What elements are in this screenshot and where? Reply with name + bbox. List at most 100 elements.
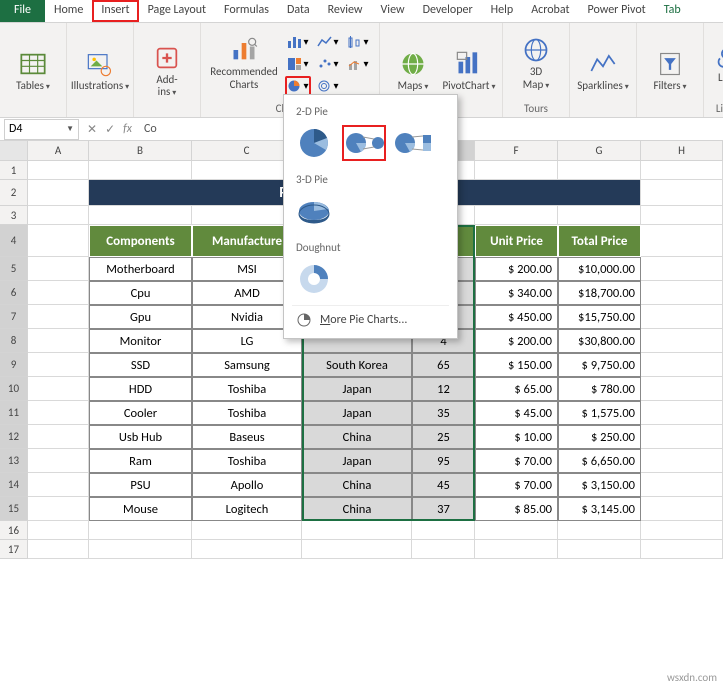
cell[interactable]: 12 bbox=[412, 377, 475, 401]
cell[interactable] bbox=[28, 473, 89, 497]
tab-data[interactable]: Data bbox=[278, 0, 319, 22]
cell[interactable]: $ 1,575.00 bbox=[558, 401, 641, 425]
cell[interactable] bbox=[412, 521, 475, 540]
cell[interactable] bbox=[89, 521, 192, 540]
cell[interactable] bbox=[641, 329, 723, 353]
cell[interactable] bbox=[641, 401, 723, 425]
cell[interactable]: 45 bbox=[412, 473, 475, 497]
cell[interactable] bbox=[28, 497, 89, 521]
col-header-B[interactable]: B bbox=[89, 141, 192, 161]
cell[interactable]: Apollo bbox=[192, 473, 302, 497]
fx-icon[interactable]: fx bbox=[123, 122, 132, 136]
cell[interactable] bbox=[28, 521, 89, 540]
tab-review[interactable]: Review bbox=[319, 0, 372, 22]
maps-button[interactable]: Maps bbox=[388, 50, 438, 92]
cell[interactable] bbox=[28, 206, 89, 225]
doughnut-option[interactable] bbox=[292, 261, 336, 297]
cell[interactable]: $ 6,650.00 bbox=[558, 449, 641, 473]
cell[interactable]: Toshiba bbox=[192, 377, 302, 401]
filters-button[interactable]: Filters bbox=[645, 50, 695, 92]
tab-developer[interactable]: Developer bbox=[414, 0, 482, 22]
name-box[interactable]: D4 ▼ bbox=[4, 119, 79, 140]
row-header-15[interactable]: 15 bbox=[0, 497, 28, 521]
cell[interactable]: $30,800.00 bbox=[558, 329, 641, 353]
enter-icon[interactable]: ✓ bbox=[105, 122, 115, 137]
cell[interactable] bbox=[641, 449, 723, 473]
col-header-F[interactable]: F bbox=[475, 141, 558, 161]
scatter-chart-button[interactable]: ▾ bbox=[315, 54, 341, 74]
cell[interactable]: $ 70.00 bbox=[475, 473, 558, 497]
tab-acrobat[interactable]: Acrobat bbox=[522, 0, 578, 22]
row-header-13[interactable]: 13 bbox=[0, 449, 28, 473]
tab-formulas[interactable]: Formulas bbox=[215, 0, 278, 22]
row-header-14[interactable]: 14 bbox=[0, 473, 28, 497]
tab-generic[interactable]: Tab bbox=[655, 0, 690, 22]
cell[interactable] bbox=[302, 540, 412, 559]
cell[interactable]: $ 70.00 bbox=[475, 449, 558, 473]
cell[interactable] bbox=[28, 540, 89, 559]
cell[interactable] bbox=[641, 257, 723, 281]
row-header-9[interactable]: 9 bbox=[0, 353, 28, 377]
cell[interactable]: PSU bbox=[89, 473, 192, 497]
cell[interactable] bbox=[641, 305, 723, 329]
col-header-H[interactable]: H bbox=[641, 141, 723, 161]
cell[interactable]: $ 150.00 bbox=[475, 353, 558, 377]
cell[interactable] bbox=[641, 180, 723, 206]
cell[interactable]: Baseus bbox=[192, 425, 302, 449]
cell[interactable]: $ 200.00 bbox=[475, 257, 558, 281]
pie-of-pie-option[interactable] bbox=[342, 125, 386, 161]
cell[interactable]: HDD bbox=[89, 377, 192, 401]
cell[interactable]: 35 bbox=[412, 401, 475, 425]
stats-chart-button[interactable]: ▾ bbox=[345, 32, 371, 52]
illustrations-button[interactable]: Illustrations bbox=[75, 50, 125, 92]
cell[interactable]: $ 85.00 bbox=[475, 497, 558, 521]
cell[interactable] bbox=[641, 206, 723, 225]
sparklines-button[interactable]: Sparklines bbox=[578, 50, 628, 92]
addins-button[interactable]: Add- ins bbox=[142, 44, 192, 98]
cell[interactable] bbox=[558, 521, 641, 540]
cell[interactable]: $ 340.00 bbox=[475, 281, 558, 305]
row-header-3[interactable]: 3 bbox=[0, 206, 28, 225]
cell[interactable]: $10,000.00 bbox=[558, 257, 641, 281]
cell[interactable] bbox=[641, 473, 723, 497]
pie-3d-option[interactable] bbox=[292, 193, 336, 229]
cell[interactable] bbox=[641, 521, 723, 540]
cell[interactable]: Toshiba bbox=[192, 401, 302, 425]
cell[interactable]: $ 780.00 bbox=[558, 377, 641, 401]
col-header-G[interactable]: G bbox=[558, 141, 641, 161]
cell[interactable]: Samsung bbox=[192, 353, 302, 377]
row-header-11[interactable]: 11 bbox=[0, 401, 28, 425]
cell[interactable] bbox=[558, 206, 641, 225]
cell[interactable]: $ 250.00 bbox=[558, 425, 641, 449]
line-chart-button[interactable]: ▾ bbox=[315, 32, 341, 52]
cell[interactable] bbox=[89, 161, 192, 180]
cell[interactable]: Cooler bbox=[89, 401, 192, 425]
cell[interactable] bbox=[28, 305, 89, 329]
recommended-charts-button[interactable]: Recommended Charts bbox=[209, 36, 279, 90]
cell[interactable] bbox=[192, 540, 302, 559]
cell[interactable] bbox=[28, 401, 89, 425]
cell[interactable]: $ 45.00 bbox=[475, 401, 558, 425]
cell[interactable]: $ 450.00 bbox=[475, 305, 558, 329]
cell[interactable] bbox=[28, 180, 89, 206]
cell[interactable]: 65 bbox=[412, 353, 475, 377]
cell[interactable] bbox=[28, 449, 89, 473]
cell[interactable]: $15,750.00 bbox=[558, 305, 641, 329]
cell[interactable]: China bbox=[302, 497, 412, 521]
cell[interactable]: $ 3,150.00 bbox=[558, 473, 641, 497]
cell[interactable]: SSD bbox=[89, 353, 192, 377]
cell[interactable]: 37 bbox=[412, 497, 475, 521]
column-chart-button[interactable]: ▾ bbox=[285, 32, 311, 52]
cell[interactable] bbox=[641, 353, 723, 377]
select-all-corner[interactable] bbox=[0, 141, 28, 161]
combo-chart-button[interactable]: ▾ bbox=[345, 54, 371, 74]
cell[interactable] bbox=[89, 206, 192, 225]
row-header-5[interactable]: 5 bbox=[0, 257, 28, 281]
cell[interactable]: South Korea bbox=[302, 353, 412, 377]
cell[interactable] bbox=[558, 161, 641, 180]
cell[interactable] bbox=[89, 540, 192, 559]
cell[interactable]: $ 200.00 bbox=[475, 329, 558, 353]
pie-chart-button[interactable]: ▾ bbox=[285, 76, 311, 96]
pivotchart-button[interactable]: PivotChart bbox=[444, 50, 494, 92]
row-header-10[interactable]: 10 bbox=[0, 377, 28, 401]
